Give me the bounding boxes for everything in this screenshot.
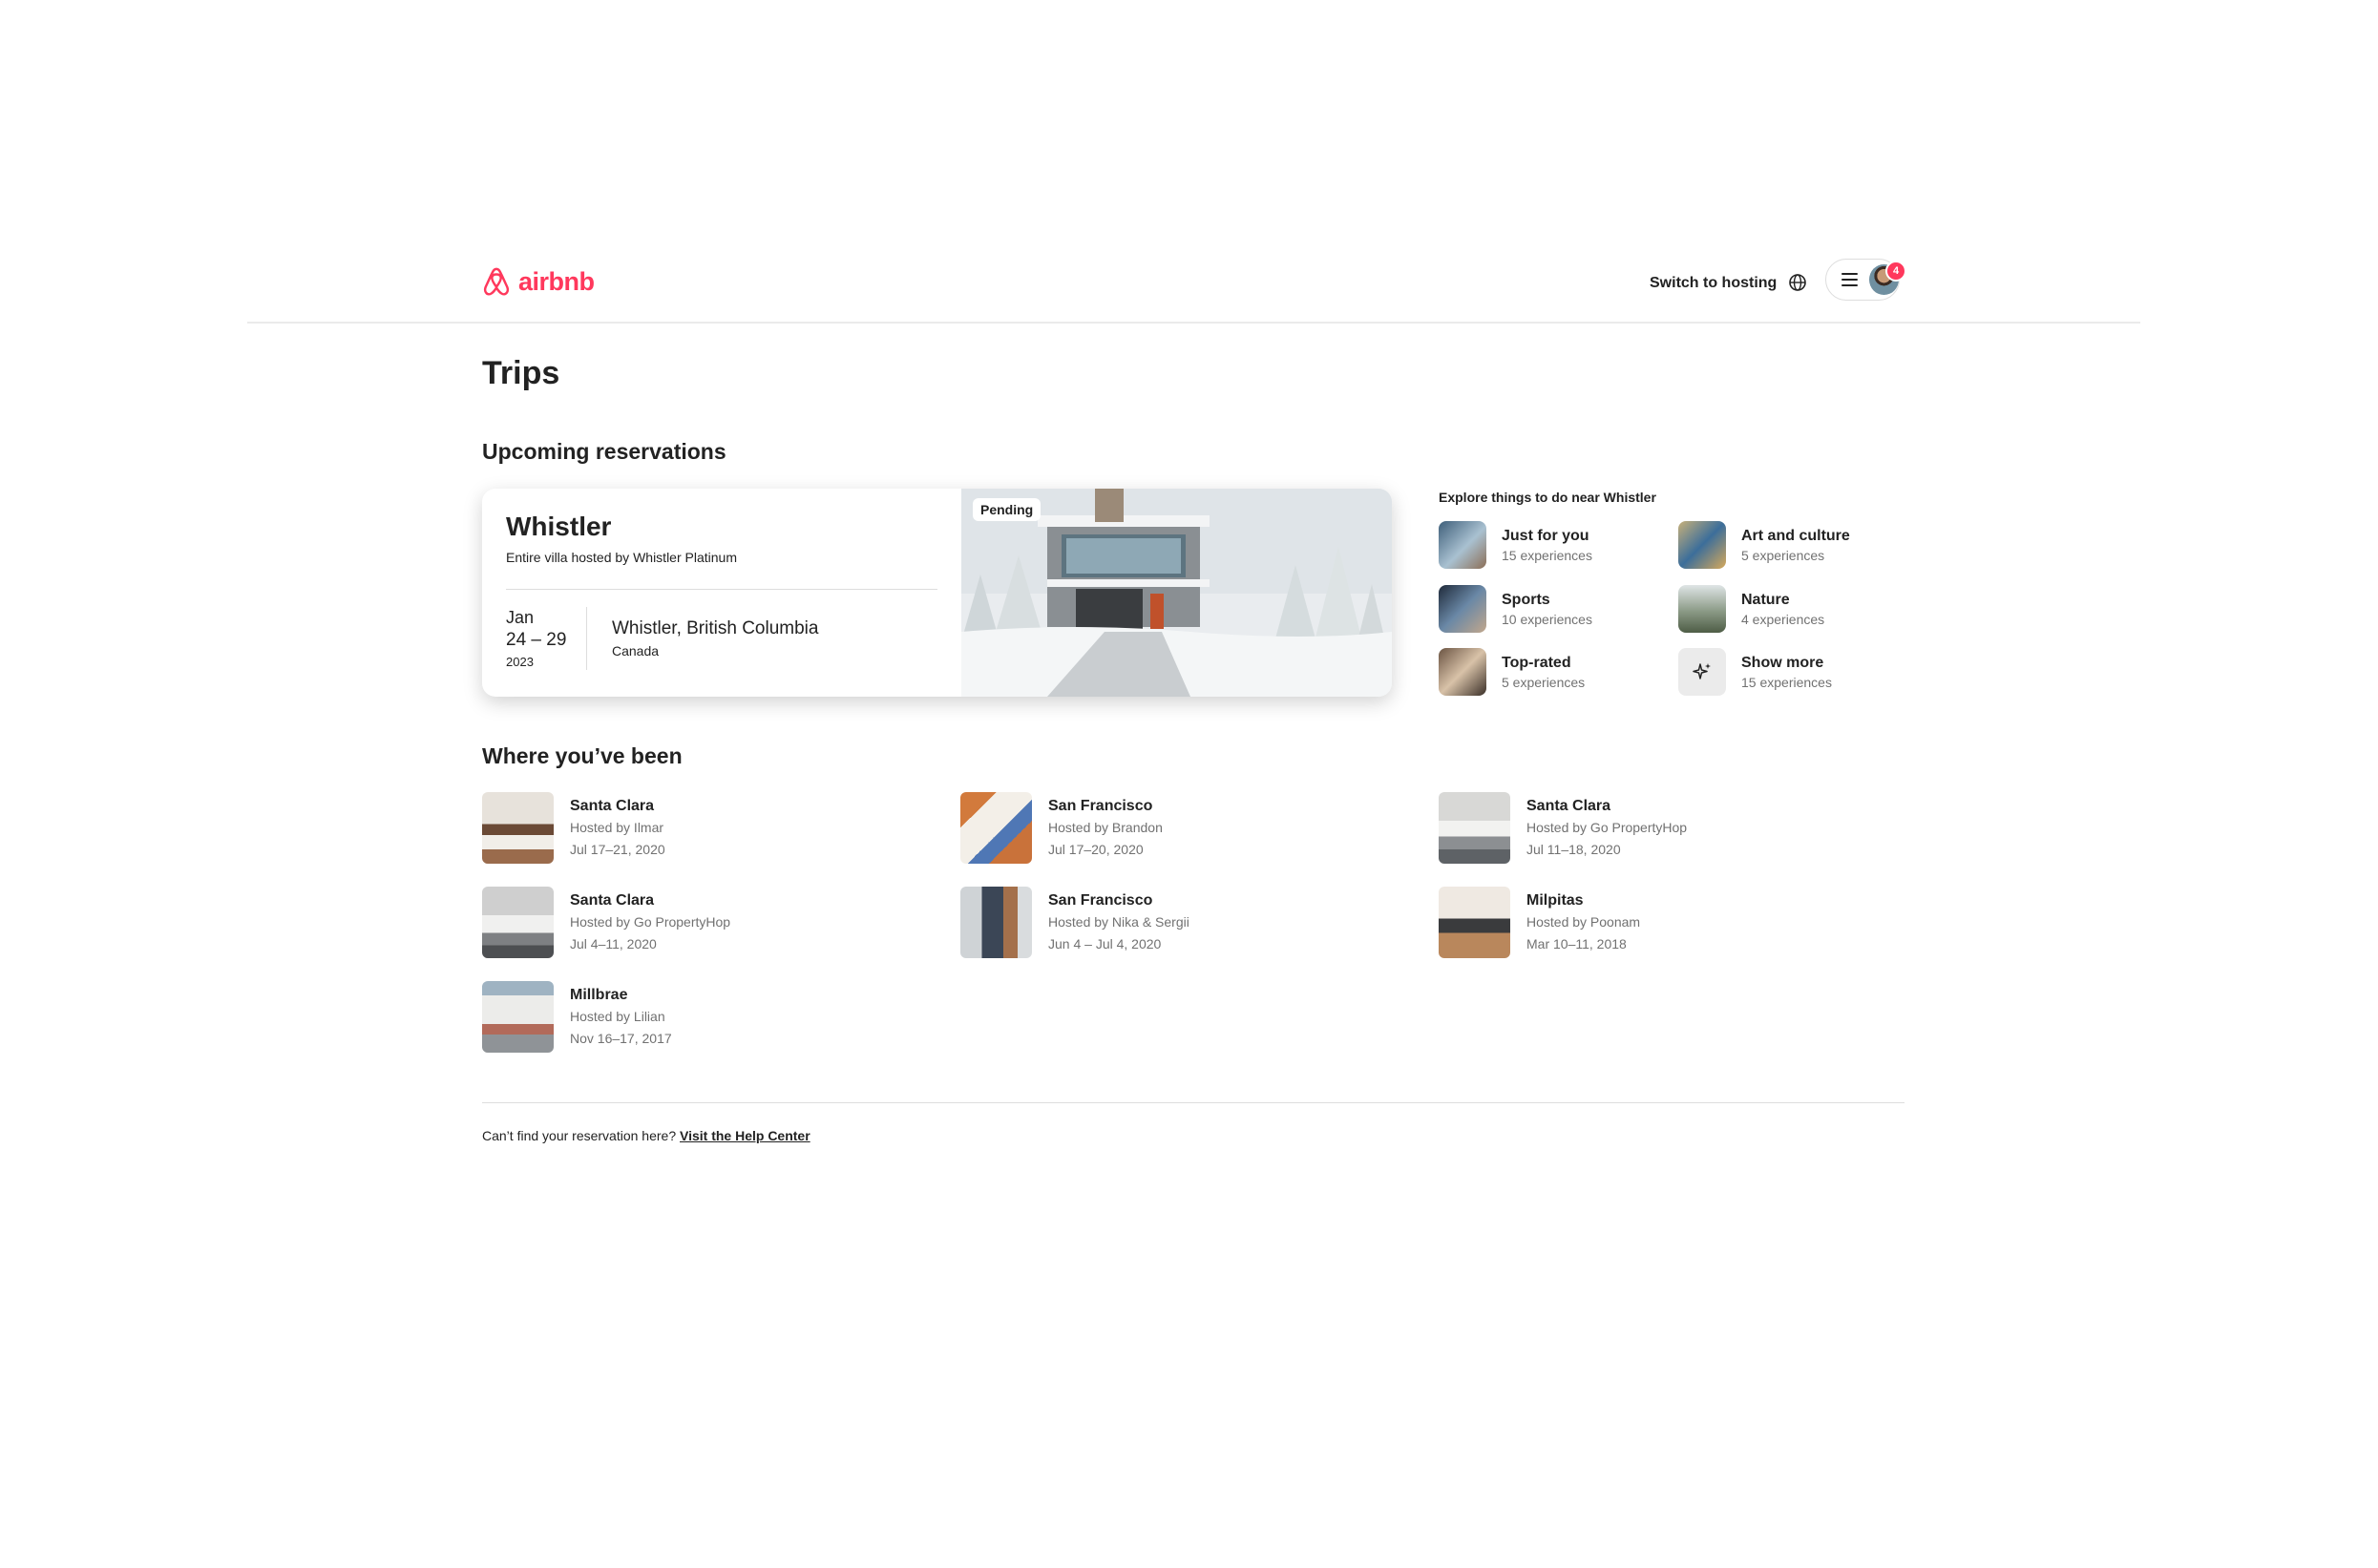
globe-icon[interactable] [1785, 270, 1810, 295]
reservation-card[interactable]: Whistler Entire villa hosted by Whistler… [482, 489, 1392, 697]
trip-dates: Jul 17–21, 2020 [570, 842, 665, 857]
past-trip-item[interactable]: Santa Clara Hosted by Go PropertyHop Jul… [482, 887, 730, 958]
trip-thumbnail [960, 792, 1032, 864]
explore-thumbnail [1678, 521, 1726, 569]
reservation-subtitle: Entire villa hosted by Whistler Platinum [506, 550, 737, 565]
trip-dates: Jul 11–18, 2020 [1526, 842, 1621, 857]
explore-item-name: Just for you [1502, 527, 1589, 544]
reservation-country: Canada [612, 643, 660, 659]
notification-badge: 4 [1885, 261, 1906, 282]
hamburger-menu-icon [1841, 273, 1859, 286]
trip-dates: Mar 10–11, 2018 [1526, 936, 1627, 951]
trip-thumbnail [1439, 887, 1510, 958]
reservation-days: 24 – 29 [506, 630, 567, 650]
explore-item-sports[interactable]: Sports 10 experiences [1439, 585, 1592, 633]
explore-item-count: 10 experiences [1502, 611, 1592, 627]
explore-item-nature[interactable]: Nature 4 experiences [1678, 585, 1824, 633]
trip-city: Millbrae [570, 987, 628, 1003]
trip-thumbnail [1439, 792, 1510, 864]
explore-item-art-and-culture[interactable]: Art and culture 5 experiences [1678, 521, 1850, 569]
airbnb-logo-icon [483, 267, 510, 296]
explore-item-count: 15 experiences [1741, 674, 1832, 690]
reservation-month: Jan [506, 608, 535, 627]
trip-city: Santa Clara [570, 798, 655, 814]
past-trip-item[interactable]: Millbrae Hosted by Lilian Nov 16–17, 201… [482, 981, 672, 1053]
trip-thumbnail [482, 981, 554, 1053]
explore-thumbnail [1678, 585, 1726, 633]
explore-thumbnail [1439, 521, 1486, 569]
status-badge: Pending [973, 498, 1042, 521]
help-footer-text: Can’t find your reservation here? [482, 1128, 677, 1143]
trip-host: Hosted by Go PropertyHop [570, 914, 731, 930]
explore-item-count: 4 experiences [1741, 611, 1825, 627]
explore-item-name: Top-rated [1502, 654, 1571, 671]
help-center-link[interactable]: Visit the Help Center [680, 1128, 810, 1143]
reservation-divider [506, 589, 937, 590]
reservation-year: 2023 [506, 655, 534, 669]
help-footer: Can’t find your reservation here? Visit … [482, 1128, 810, 1143]
explore-item-name: Sports [1502, 591, 1550, 608]
explore-item-name: Show more [1741, 654, 1824, 671]
trip-dates: Nov 16–17, 2017 [570, 1031, 672, 1046]
past-trip-item[interactable]: San Francisco Hosted by Nika & Sergii Ju… [960, 887, 1189, 958]
header-divider [247, 322, 2140, 324]
trip-host: Hosted by Brandon [1048, 820, 1163, 835]
reservation-details: Whistler Entire villa hosted by Whistler… [482, 489, 961, 697]
trip-dates: Jun 4 – Jul 4, 2020 [1048, 936, 1162, 951]
explore-item-count: 15 experiences [1502, 547, 1592, 563]
trip-host: Hosted by Nika & Sergii [1048, 914, 1189, 930]
past-trip-item[interactable]: Santa Clara Hosted by Go PropertyHop Jul… [1439, 792, 1687, 864]
reservation-photo: Pending [961, 489, 1392, 697]
trip-host: Hosted by Lilian [570, 1009, 665, 1024]
brand-name: airbnb [518, 266, 595, 296]
explore-item-count: 5 experiences [1741, 547, 1825, 563]
trip-dates: Jul 17–20, 2020 [1048, 842, 1144, 857]
reservation-vertical-divider [586, 607, 587, 670]
sparkle-icon [1678, 648, 1726, 696]
trip-dates: Jul 4–11, 2020 [570, 936, 657, 951]
reservation-city: Whistler [506, 512, 612, 541]
trip-host: Hosted by Go PropertyHop [1526, 820, 1688, 835]
reservation-location: Whistler, British Columbia [612, 618, 819, 638]
past-trip-item[interactable]: San Francisco Hosted by Brandon Jul 17–2… [960, 792, 1163, 864]
explore-thumbnail [1439, 648, 1486, 696]
explore-item-count: 5 experiences [1502, 674, 1586, 690]
trip-city: Santa Clara [570, 892, 655, 909]
trip-host: Hosted by Poonam [1526, 914, 1641, 930]
trip-thumbnail [482, 887, 554, 958]
page-title: Trips [482, 355, 560, 391]
trip-thumbnail [482, 792, 554, 864]
explore-item-just-for-you[interactable]: Just for you 15 experiences [1439, 521, 1592, 569]
trip-city: Santa Clara [1526, 798, 1611, 814]
explore-title: Explore things to do near Whistler [1439, 490, 1656, 505]
airbnb-logo[interactable]: airbnb [482, 266, 595, 297]
past-trip-item[interactable]: Santa Clara Hosted by Ilmar Jul 17–21, 2… [482, 792, 665, 864]
explore-item-name: Art and culture [1741, 527, 1850, 544]
trip-city: San Francisco [1048, 892, 1153, 909]
footer-divider [482, 1102, 1905, 1103]
explore-item-name: Nature [1741, 591, 1790, 608]
past-trip-item[interactable]: Milpitas Hosted by Poonam Mar 10–11, 201… [1439, 887, 1640, 958]
past-trips-section-title: Where you’ve been [482, 743, 683, 768]
trip-host: Hosted by Ilmar [570, 820, 664, 835]
trip-city: San Francisco [1048, 798, 1153, 814]
explore-thumbnail [1439, 585, 1486, 633]
trip-city: Milpitas [1526, 892, 1584, 909]
trip-thumbnail [960, 887, 1032, 958]
upcoming-section-title: Upcoming reservations [482, 439, 726, 464]
explore-item-top-rated[interactable]: Top-rated 5 experiences [1439, 648, 1585, 696]
switch-to-hosting-link[interactable]: Switch to hosting [1642, 271, 1784, 296]
explore-item-show-more[interactable]: Show more 15 experiences [1678, 648, 1832, 696]
